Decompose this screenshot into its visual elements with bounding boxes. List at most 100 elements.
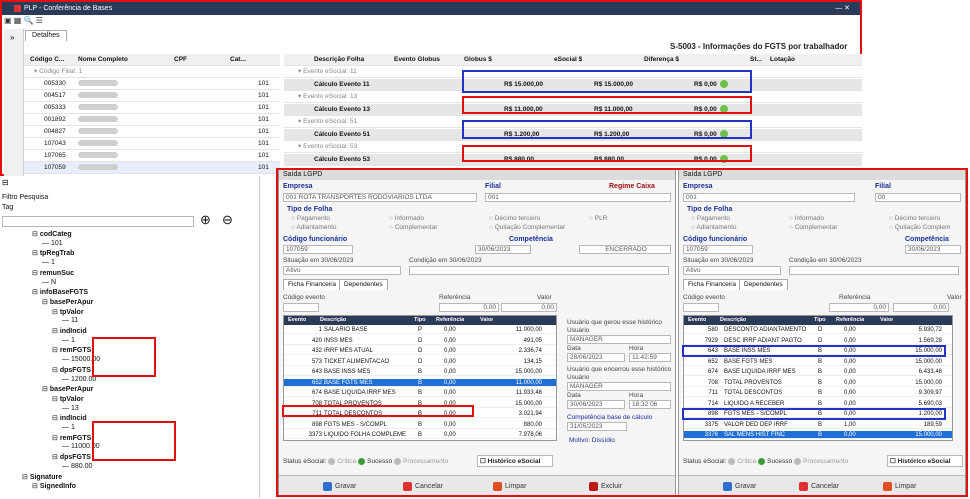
column-header[interactable]: Descrição Folha	[314, 54, 364, 66]
highlight-evento-53	[462, 145, 752, 162]
column-header[interactable]: Diferença $	[644, 54, 679, 66]
node-label: codCateg	[39, 231, 72, 238]
tree-node[interactable]: — N	[42, 279, 56, 286]
node-prefix: ⊟	[22, 473, 30, 481]
column-header[interactable]: St...	[750, 54, 762, 66]
tree-node[interactable]: — 880.00	[62, 463, 92, 470]
zoom-out-icon[interactable]: ⊖	[222, 212, 233, 228]
column-header[interactable]: Nome Completo	[78, 54, 128, 66]
node-prefix: ⊟	[52, 366, 60, 374]
grid-icon[interactable]: ▦	[14, 16, 22, 25]
node-prefix: ⊟	[52, 308, 60, 316]
tree-node[interactable]: ⊟ codCateg	[32, 230, 72, 238]
tag-input[interactable]	[2, 216, 194, 227]
node-label: remFGTS	[59, 434, 92, 442]
page-title: S-5003 - Informações do FGTS por trabalh…	[670, 42, 848, 51]
employee-name	[78, 78, 118, 90]
highlight-evento-51	[462, 120, 752, 139]
tree-node[interactable]: — 101	[42, 240, 63, 247]
tree-node[interactable]: ⊟ Signature	[22, 473, 62, 481]
tree-node[interactable]: ⊟ indIncid	[52, 327, 87, 335]
tree-node[interactable]: ⊟ basePerApur	[42, 385, 93, 393]
column-header[interactable]: CPF	[174, 54, 187, 66]
table-row[interactable]: 001892 101	[24, 114, 280, 126]
node-label: tpValor	[59, 395, 84, 403]
node-prefix: —	[62, 356, 71, 364]
tree-node[interactable]: ⊟ basePerApur	[42, 298, 93, 306]
node-prefix: —	[42, 259, 51, 267]
highlight-remfgts-11	[92, 337, 156, 377]
tree-node[interactable]: — 1	[62, 337, 75, 344]
tree-node[interactable]: — 13	[62, 405, 79, 412]
highlight-base-fgts-p2	[682, 345, 946, 357]
event-desc: Cálculo Evento 51	[314, 130, 370, 138]
employee-grid[interactable]: Código C... Nome Completo CPF Cat... ▾ Códig…	[24, 54, 280, 176]
node-prefix: —	[62, 462, 71, 470]
table-row[interactable]: 005333 101	[24, 102, 280, 114]
tree-node[interactable]: ⊟ indIncid	[52, 414, 87, 422]
node-prefix: —	[62, 375, 71, 383]
node-label: 1	[50, 259, 55, 267]
table-row[interactable]: 107059 101	[24, 162, 280, 174]
node-prefix: ⊟	[52, 395, 60, 403]
table-row[interactable]: 107065 101	[24, 150, 280, 162]
tree-node[interactable]: ⊟ dpsFGTS	[52, 366, 91, 374]
column-header[interactable]: Cat...	[230, 54, 246, 66]
node-label: basePerApur	[49, 386, 94, 394]
node-prefix: —	[62, 443, 71, 451]
close-icon[interactable]: — ✕	[835, 2, 850, 15]
employee-name	[78, 162, 118, 174]
column-header[interactable]: Evento Globus	[394, 54, 440, 66]
table-row[interactable]: 005330 101	[24, 78, 280, 90]
blurred-name	[78, 140, 118, 147]
table-row[interactable]: 004827 101	[24, 126, 280, 138]
tree-node[interactable]: ⊟ remFGTS	[52, 346, 91, 354]
users-icon[interactable]: ☰	[36, 16, 43, 25]
tree-node[interactable]: ⊟ remFGTS	[52, 434, 91, 442]
tree-node[interactable]: ⊟ tpValor	[52, 395, 84, 403]
search-icon[interactable]: 🔍	[24, 16, 34, 25]
tree-node[interactable]: — 11	[62, 317, 78, 324]
node-prefix: ⊟	[52, 347, 60, 355]
node-label: dpsFGTS	[59, 454, 91, 462]
node-prefix: —	[42, 278, 51, 286]
node-label: indIncid	[59, 328, 87, 335]
node-prefix: ⊟	[52, 454, 60, 462]
column-header[interactable]: Lotação	[770, 54, 795, 66]
tree-node[interactable]: ⊟ tpRegTrab	[32, 249, 74, 257]
save-icon[interactable]: ▣	[4, 16, 12, 25]
column-header[interactable]: eSocial $	[554, 54, 582, 66]
table-row[interactable]: 004517 101	[24, 90, 280, 102]
tree-node[interactable]: — 1	[42, 259, 55, 266]
column-header[interactable]: Código C...	[30, 54, 64, 66]
node-prefix: —	[62, 336, 71, 344]
category: 101	[258, 164, 269, 171]
tree-node[interactable]: ⊟ dpsFGTS	[52, 453, 91, 461]
employee-code: 005330	[44, 80, 66, 87]
employee-name	[78, 138, 118, 150]
tree-node[interactable]: ⊟ infoBaseFGTS	[32, 288, 88, 296]
blurred-name	[78, 92, 118, 99]
table-row[interactable]: 107043 101	[24, 138, 280, 150]
tree-node[interactable]: ⊟ tpValor	[52, 308, 84, 316]
category: 101	[258, 116, 269, 123]
highlight-fgts-complemento	[282, 405, 474, 417]
category: 101	[258, 80, 269, 87]
employee-code: 107043	[44, 140, 66, 147]
event-desc: Cálculo Evento 53	[314, 155, 370, 163]
tree-node[interactable]: — 1	[62, 424, 75, 431]
tree-node[interactable]: ⊟ SignedInfo	[32, 482, 76, 490]
node-label: 880.00	[70, 462, 93, 470]
blurred-name	[78, 80, 118, 87]
tree-node[interactable]: ⊟ remunSuc	[32, 269, 74, 277]
employee-code: 004517	[44, 92, 66, 99]
zoom-in-icon[interactable]: ⊕	[200, 212, 211, 228]
node-prefix: ⊟	[32, 483, 40, 491]
node-prefix: —	[42, 239, 51, 247]
group-row[interactable]: ▾ Código Filial: 1	[24, 66, 280, 78]
column-header[interactable]: Globus $	[464, 54, 492, 66]
expand-icon[interactable]: »	[10, 33, 23, 42]
tab-detalhes[interactable]: Detalhes	[25, 30, 67, 41]
employee-code: 004827	[44, 128, 66, 135]
category: 101	[258, 152, 269, 159]
